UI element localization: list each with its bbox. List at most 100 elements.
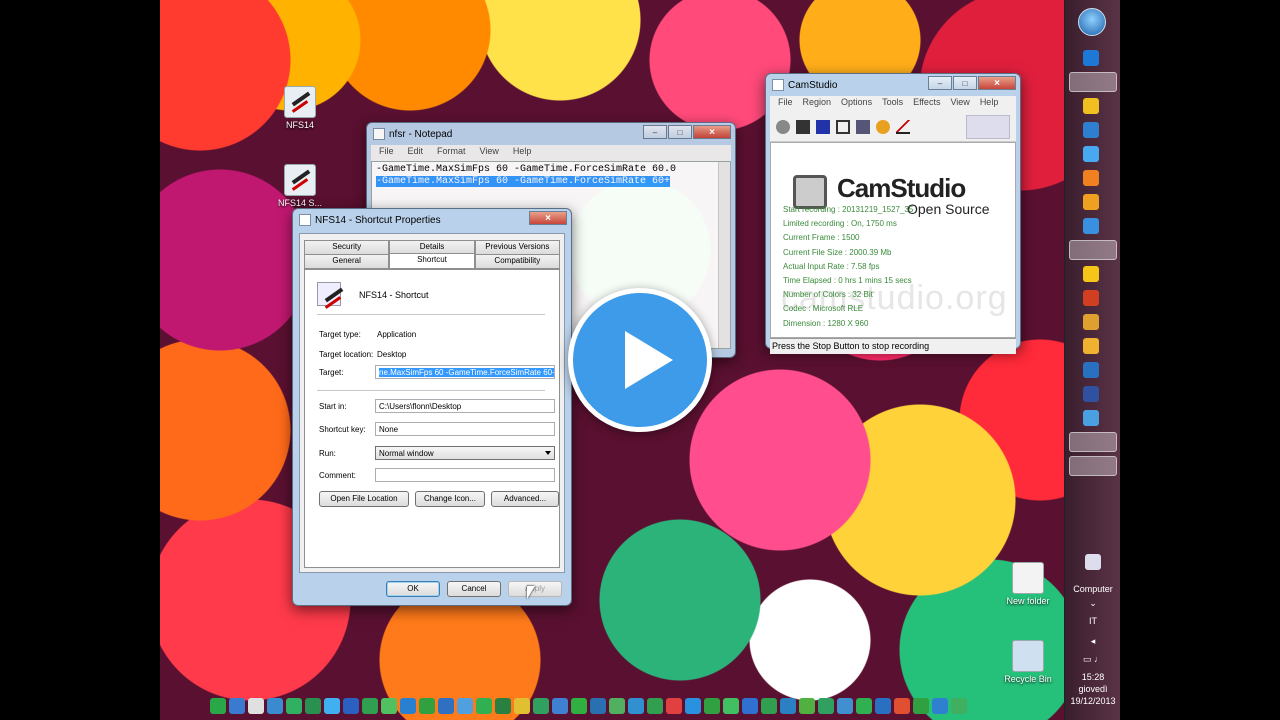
app-icon[interactable] bbox=[1083, 314, 1099, 330]
tab-compatibility[interactable]: Compatibility bbox=[474, 254, 560, 268]
dock-icon[interactable] bbox=[362, 698, 378, 714]
camstudio-window[interactable]: CamStudio – □ × File Region Options Tool… bbox=[765, 73, 1021, 354]
minimize-icon[interactable]: – bbox=[928, 76, 952, 90]
menu-help[interactable]: Help bbox=[513, 146, 532, 160]
taskbar-item-active[interactable] bbox=[1069, 240, 1117, 260]
show-hidden-icons-icon[interactable]: ◂ bbox=[1065, 636, 1121, 647]
annotation-icon[interactable] bbox=[856, 119, 870, 134]
messenger-icon[interactable] bbox=[1083, 266, 1099, 282]
start-orb-icon[interactable] bbox=[1078, 8, 1106, 36]
dock-icon[interactable] bbox=[400, 698, 416, 714]
dialog-titlebar[interactable]: NFS14 - Shortcut Properties × bbox=[293, 209, 571, 231]
taskbar-item-camstudio[interactable] bbox=[1069, 456, 1117, 476]
dock-icon[interactable] bbox=[552, 698, 568, 714]
run-select[interactable]: Normal window bbox=[375, 446, 555, 460]
folder-icon[interactable] bbox=[1083, 98, 1099, 114]
dock-icon[interactable] bbox=[248, 698, 264, 714]
vertical-scrollbar[interactable] bbox=[718, 162, 730, 348]
taskbar-item-active[interactable] bbox=[1069, 72, 1117, 92]
stop-icon[interactable] bbox=[816, 119, 830, 134]
minimize-to-tray-icon[interactable] bbox=[896, 119, 910, 134]
computer-label[interactable]: Computer bbox=[1065, 584, 1121, 594]
cancel-button[interactable]: Cancel bbox=[447, 581, 501, 597]
dock-icon[interactable] bbox=[837, 698, 853, 714]
dock-icon[interactable] bbox=[685, 698, 701, 714]
dock-icon[interactable] bbox=[704, 698, 720, 714]
dock-icon[interactable] bbox=[780, 698, 796, 714]
network-volume-icons[interactable]: ▭ ♩ bbox=[1065, 654, 1121, 665]
dock-icon[interactable] bbox=[533, 698, 549, 714]
dock-icon[interactable] bbox=[951, 698, 967, 714]
advanced-button[interactable]: Advanced... bbox=[491, 491, 559, 507]
chevron-down-icon[interactable]: ⌄ bbox=[1065, 598, 1121, 609]
desktop-icon-nfs14[interactable]: NFS14 bbox=[268, 86, 332, 130]
target-input[interactable]: ne.MaxSimFps 60 -GameTime.ForceSimRate 6… bbox=[375, 365, 555, 379]
dock-icon[interactable] bbox=[590, 698, 606, 714]
app-icon[interactable] bbox=[1083, 122, 1099, 138]
app-icon[interactable] bbox=[1083, 146, 1099, 162]
ok-button[interactable]: OK bbox=[386, 581, 440, 597]
record-icon[interactable] bbox=[776, 119, 790, 134]
dock-icon[interactable] bbox=[818, 698, 834, 714]
internet-explorer-icon[interactable] bbox=[1083, 50, 1099, 66]
desktop-icon-nfs14-shortcut[interactable]: NFS14 S... bbox=[268, 164, 332, 208]
dock-icon[interactable] bbox=[666, 698, 682, 714]
tab-security[interactable]: Security bbox=[304, 240, 390, 254]
dock-icon[interactable] bbox=[932, 698, 948, 714]
dock-icon[interactable] bbox=[324, 698, 340, 714]
dock-icon[interactable] bbox=[267, 698, 283, 714]
start-in-input[interactable]: C:\Users\flonn\Desktop bbox=[375, 399, 555, 413]
dock-icon[interactable] bbox=[647, 698, 663, 714]
app-icon[interactable] bbox=[1083, 386, 1099, 402]
dock-icon[interactable] bbox=[628, 698, 644, 714]
menu-effects[interactable]: Effects bbox=[913, 97, 940, 111]
comment-input[interactable] bbox=[375, 468, 555, 482]
dock-icon[interactable] bbox=[799, 698, 815, 714]
tab-shortcut[interactable]: Shortcut bbox=[389, 253, 475, 269]
menu-file[interactable]: File bbox=[379, 146, 394, 160]
computer-icon[interactable] bbox=[1085, 554, 1101, 570]
dock-icon[interactable] bbox=[381, 698, 397, 714]
app-icon[interactable] bbox=[1083, 410, 1099, 426]
dock-icon[interactable] bbox=[913, 698, 929, 714]
dock-icon[interactable] bbox=[514, 698, 530, 714]
dock-icon[interactable] bbox=[476, 698, 492, 714]
app-icon[interactable] bbox=[1083, 338, 1099, 354]
shortcut-properties-dialog[interactable]: NFS14 - Shortcut Properties × Security D… bbox=[292, 208, 572, 606]
close-icon[interactable]: × bbox=[529, 211, 567, 225]
dock-icon[interactable] bbox=[571, 698, 587, 714]
dock-icon[interactable] bbox=[457, 698, 473, 714]
app-icon[interactable] bbox=[1083, 194, 1099, 210]
maximize-icon[interactable]: □ bbox=[668, 125, 692, 139]
menu-region[interactable]: Region bbox=[803, 97, 832, 111]
tab-general[interactable]: General bbox=[304, 254, 390, 268]
apply-button[interactable]: Apply bbox=[508, 581, 562, 597]
notepad-titlebar[interactable]: nfsr - Notepad – □ × bbox=[367, 123, 735, 145]
menu-file[interactable]: File bbox=[778, 97, 793, 111]
region-icon[interactable] bbox=[836, 119, 850, 134]
dock-icon[interactable] bbox=[761, 698, 777, 714]
minimize-icon[interactable]: – bbox=[643, 125, 667, 139]
dock-icon[interactable] bbox=[723, 698, 739, 714]
shortcut-key-input[interactable]: None bbox=[375, 422, 555, 436]
settings-sun-icon[interactable] bbox=[876, 119, 890, 134]
menu-edit[interactable]: Edit bbox=[408, 146, 424, 160]
language-indicator[interactable]: IT bbox=[1065, 616, 1121, 626]
dock-icon[interactable] bbox=[286, 698, 302, 714]
dock-icon[interactable] bbox=[856, 698, 872, 714]
app-icon[interactable] bbox=[1083, 290, 1099, 306]
dock-icon[interactable] bbox=[210, 698, 226, 714]
dock-icon[interactable] bbox=[609, 698, 625, 714]
menu-options[interactable]: Options bbox=[841, 97, 872, 111]
taskbar-item-notepad[interactable] bbox=[1069, 432, 1117, 452]
app-icon[interactable] bbox=[1083, 218, 1099, 234]
dock-icon[interactable] bbox=[343, 698, 359, 714]
menu-tools[interactable]: Tools bbox=[882, 97, 903, 111]
menu-view[interactable]: View bbox=[950, 97, 969, 111]
app-icon[interactable] bbox=[1083, 362, 1099, 378]
dock-icon[interactable] bbox=[894, 698, 910, 714]
clock-time[interactable]: 15:28 bbox=[1065, 672, 1121, 682]
change-icon-button[interactable]: Change Icon... bbox=[415, 491, 485, 507]
maximize-icon[interactable]: □ bbox=[953, 76, 977, 90]
menu-help[interactable]: Help bbox=[980, 97, 999, 111]
